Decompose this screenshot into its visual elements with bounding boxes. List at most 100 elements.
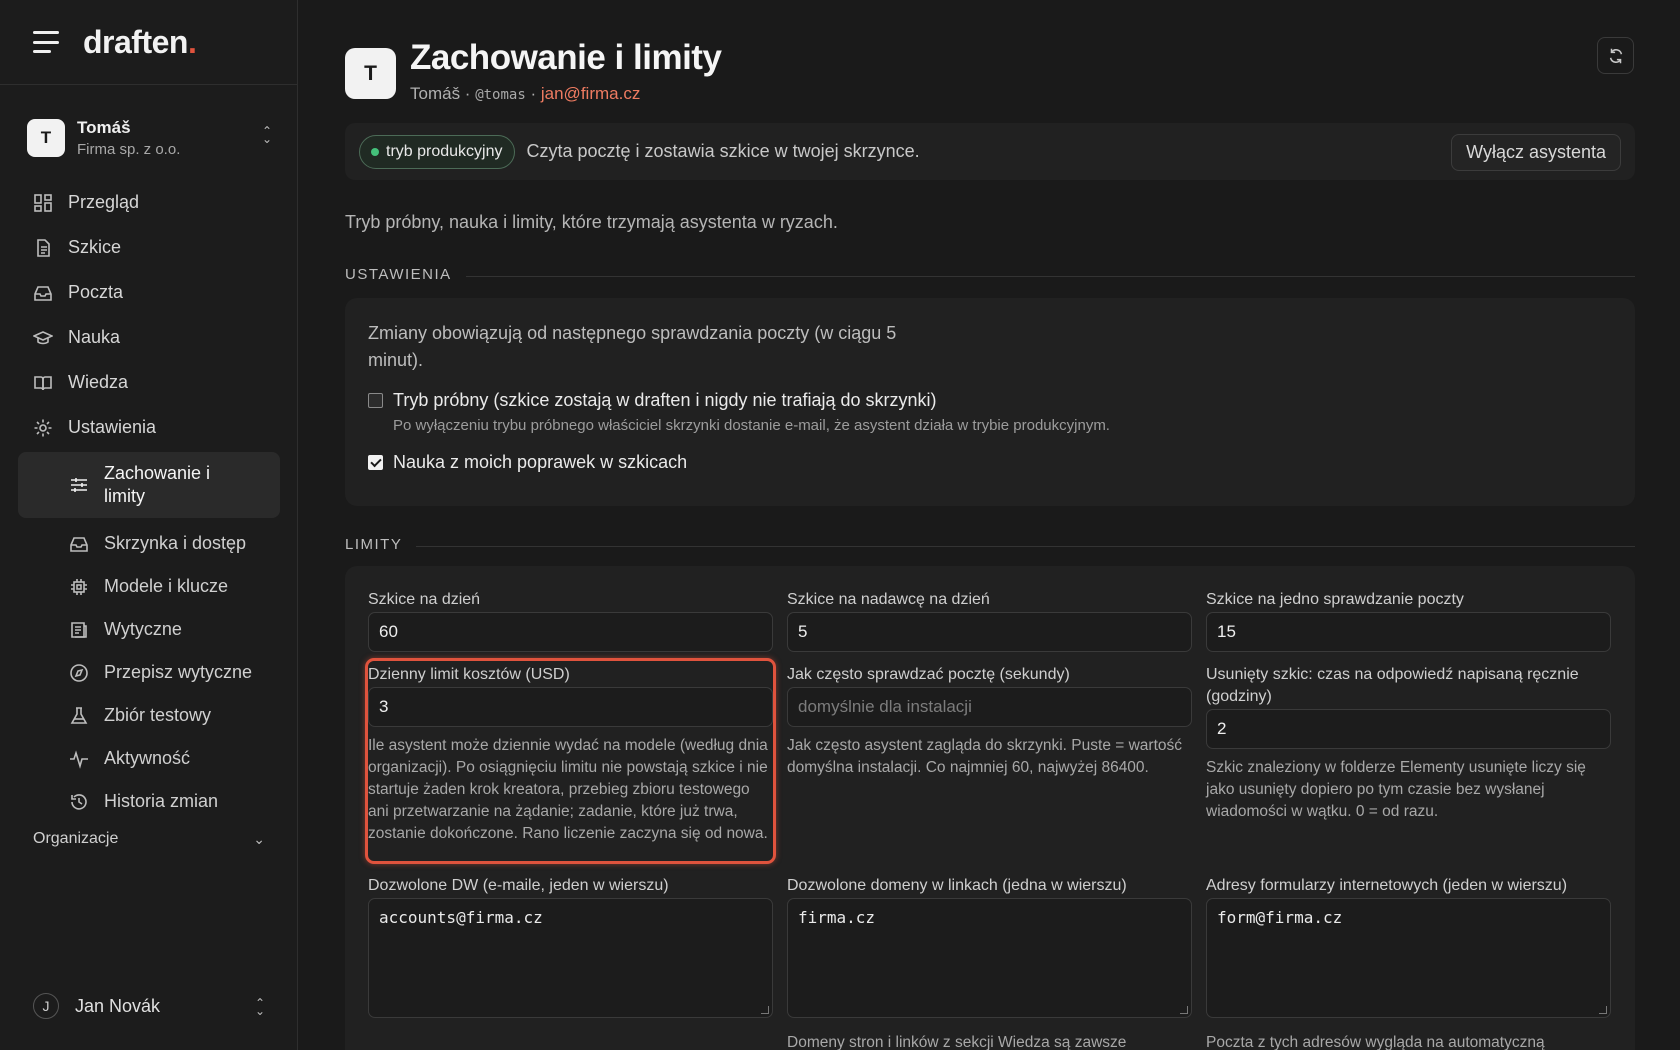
refresh-button[interactable] <box>1597 37 1634 74</box>
form-addresses-field: Adresy formularzy internetowych (jeden w… <box>1206 875 1611 1050</box>
poll-interval-input[interactable]: domyślnie dla instalacji <box>787 687 1192 727</box>
refresh-icon <box>1609 48 1622 63</box>
field-label: Szkice na jedno sprawdzanie poczty <box>1206 591 1464 608</box>
learn-checkbox[interactable] <box>368 455 383 470</box>
hamburger-menu-icon[interactable] <box>33 31 59 53</box>
deleted-draft-input[interactable]: 2 <box>1206 709 1611 749</box>
sidebar-item-label: Poczta <box>68 282 124 302</box>
organizations-label: Organizacje <box>33 830 119 847</box>
sidebar-item-label: Aktywność <box>104 748 191 768</box>
compass-icon <box>70 663 88 682</box>
inbox-icon <box>34 285 52 301</box>
account-switcher[interactable]: T Tomáš Firma sp. z o.o. ⌃ ⌄ <box>27 115 272 161</box>
settings-heading-text: USTAWIENIA <box>345 266 452 283</box>
cost-limit-help: Ile asystent może dziennie wydać na mode… <box>368 737 768 842</box>
field-label: Dzienny limit kosztów (USD) <box>368 666 570 683</box>
sidebar-item-label: Przepisz wytyczne <box>104 662 253 682</box>
status-bar: tryb produkcyjny Czyta pocztę i zostawia… <box>345 123 1635 180</box>
drafts-per-day-input[interactable]: 60 <box>368 612 773 652</box>
sidebar-item-label: Historia zmian <box>104 791 219 811</box>
sidebar-subitem-aktywnosc[interactable]: Aktywność <box>18 737 280 780</box>
organizations-toggle[interactable]: Organizacje ⌄ <box>33 830 265 848</box>
chip-icon <box>71 578 87 595</box>
deleted-draft-field: Usunięty szkic: czas na odpowiedź napisa… <box>1206 664 1611 823</box>
trial-mode-row[interactable]: Tryb próbny (szkice zostają w draften i … <box>368 390 1612 411</box>
cost-limit-input[interactable]: 3 <box>368 687 773 727</box>
page-intro: Tryb próbny, nauka i limity, które trzym… <box>345 212 838 232</box>
status-badge-label: tryb produkcyjny <box>386 142 503 160</box>
sidebar-subitem-zbior-testowy[interactable]: Zbiór testowy <box>18 694 280 737</box>
sidebar-item-ustawienia[interactable]: Ustawienia <box>18 405 280 450</box>
sidebar-item-nauka[interactable]: Nauka <box>18 315 280 360</box>
chevron-up-down-icon: ⌃ ⌄ <box>261 124 272 146</box>
drafts-per-check-input[interactable]: 15 <box>1206 612 1611 652</box>
settings-section-heading: USTAWIENIA <box>345 266 1635 283</box>
sidebar-item-label: Nauka <box>68 327 121 347</box>
page-subtitle: Tomáš · @tomas · jan@firma.cz <box>410 84 721 104</box>
brand-bar: draften. <box>0 0 297 85</box>
header-handle: @tomas <box>475 87 526 103</box>
sliders-icon <box>71 478 87 492</box>
dashboard-icon <box>34 193 52 212</box>
settings-card: Zmiany obowiązują od następnego sprawdza… <box>345 298 1635 506</box>
separator: · <box>525 84 541 103</box>
learn-label: Nauka z moich poprawek w szkicach <box>393 452 688 472</box>
header-avatar: T <box>345 48 396 99</box>
chevron-up-down-icon: ⌃ ⌄ <box>254 996 265 1018</box>
trial-mode-label: Tryb próbny (szkice zostają w draften i … <box>393 390 937 410</box>
sidebar-subitem-modele[interactable]: Modele i klucze <box>18 565 280 608</box>
sidebar-subitem-historia[interactable]: Historia zmian <box>18 780 280 823</box>
account-name: Tomáš <box>77 118 131 137</box>
allowed-domains-field: Dozwolone domeny w linkach (jedna w wier… <box>787 875 1192 1050</box>
allowed-domains-textarea[interactable]: firma.cz <box>787 898 1192 1018</box>
history-icon <box>71 793 87 810</box>
sidebar-item-wiedza[interactable]: Wiedza <box>18 360 280 405</box>
sidebar-item-szkice[interactable]: Szkice <box>18 225 280 270</box>
trial-mode-checkbox[interactable] <box>368 393 383 408</box>
field-label: Szkice na dzień <box>368 591 481 608</box>
list-icon <box>71 621 87 638</box>
sidebar-item-label: Szkice <box>68 237 122 257</box>
sidebar-item-label: Ustawienia <box>68 417 157 437</box>
sidebar-item-label: Wiedza <box>68 372 129 392</box>
field-label: Dozwolone DW (e-maile, jeden w wierszu) <box>368 877 669 894</box>
drafts-per-sender-field: Szkice na nadawcę na dzień 5 <box>787 589 1192 652</box>
learn-row[interactable]: Nauka z moich poprawek w szkicach <box>368 452 1612 473</box>
limits-card: Szkice na dzień 60 Szkice na nadawcę na … <box>345 566 1635 1050</box>
sidebar-item-poczta[interactable]: Poczta <box>18 270 280 315</box>
settings-note: Zmiany obowiązują od następnego sprawdza… <box>368 323 897 370</box>
activity-icon <box>70 749 88 769</box>
flask-icon <box>70 706 88 724</box>
sidebar-subitem-zachowanie-i-limity[interactable]: Zachowanie i limity <box>18 452 280 518</box>
sidebar-subitem-przepisz[interactable]: Przepisz wytyczne <box>18 651 280 694</box>
gear-icon <box>34 419 52 436</box>
status-badge: tryb produkcyjny <box>359 134 515 169</box>
sidebar-subitem-skrzynka[interactable]: Skrzynka i dostęp <box>18 522 280 565</box>
field-label: Dozwolone domeny w linkach (jedna w wier… <box>787 877 1127 894</box>
account-org: Firma sp. z o.o. <box>77 141 181 158</box>
sidebar-item-label: Zbiór testowy <box>104 705 212 725</box>
field-label: Adresy formularzy internetowych (jeden w… <box>1206 877 1568 894</box>
user-avatar: J <box>33 993 59 1019</box>
sidebar-item-przeglad[interactable]: Przegląd <box>18 180 280 225</box>
sidebar-nav: Przegląd Szkice Poczta Nauka Wiedza Usta… <box>18 180 280 823</box>
logo[interactable]: draften. <box>83 24 197 61</box>
graduation-cap-icon <box>33 330 53 344</box>
poll-interval-field: Jak często sprawdzać pocztę (sekundy) do… <box>787 664 1192 779</box>
allowed-cc-textarea[interactable]: accounts@firma.cz <box>368 898 773 1018</box>
user-menu[interactable]: J Jan Novák ⌃ ⌄ <box>33 993 265 1019</box>
sidebar-subitem-wytyczne[interactable]: Wytyczne <box>18 608 280 651</box>
disable-assistant-button[interactable]: Wyłącz asystenta <box>1451 134 1621 171</box>
allowed-domains-help: Domeny stron i linków z sekcji Wiedza są… <box>787 1034 1127 1050</box>
user-name: Jan Novák <box>75 995 161 1016</box>
page-header: T Zachowanie i limity Tomáš · @tomas · j… <box>345 38 722 104</box>
field-label: Jak często sprawdzać pocztę (sekundy) <box>787 666 1070 683</box>
drafts-per-check-field: Szkice na jedno sprawdzanie poczty 15 <box>1206 589 1611 652</box>
inbox-icon <box>70 536 88 552</box>
cost-limit-field: Dzienny limit kosztów (USD) 3 Ile asyste… <box>368 664 773 845</box>
limits-heading-text: LIMITY <box>345 536 403 553</box>
header-email-link[interactable]: jan@firma.cz <box>541 84 640 103</box>
drafts-per-sender-input[interactable]: 5 <box>787 612 1192 652</box>
form-addresses-textarea[interactable]: form@firma.cz <box>1206 898 1611 1018</box>
document-icon <box>37 238 50 257</box>
